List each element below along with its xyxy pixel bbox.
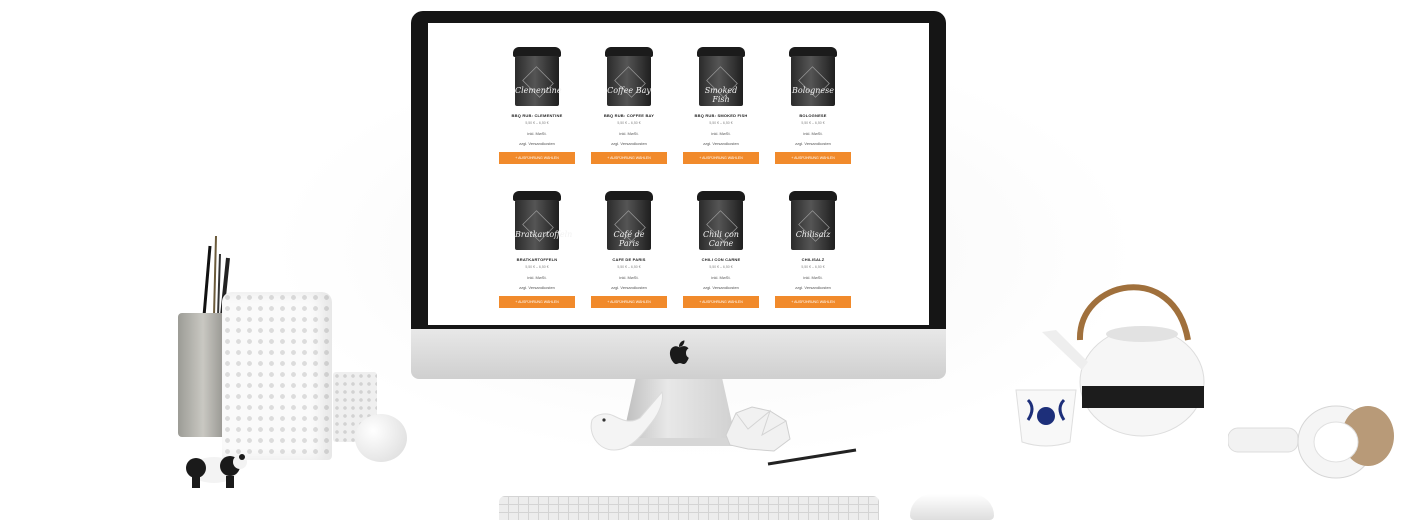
product-card: Smoked Fish BBQ RUB: SMOKED FISH 5,50 € …	[683, 37, 759, 167]
tax-note: inkl. MwSt.	[803, 131, 823, 136]
shipping-note: zzgl. Versandkosten	[611, 285, 647, 290]
glass-orb	[355, 414, 407, 462]
headphones	[1227, 392, 1398, 482]
tin-script-label: Coffee Bay	[607, 86, 651, 95]
apple-logo-icon	[668, 339, 690, 365]
product-price: 5,50 € – 6,50 €	[709, 265, 733, 269]
select-variant-button[interactable]: + AUSFÜHRUNG WÄHLEN	[591, 152, 667, 164]
product-price: 5,50 € – 6,50 €	[617, 121, 641, 125]
spice-tin-image[interactable]: Chili con Carne	[697, 191, 745, 251]
mouse	[910, 494, 994, 520]
shipping-note: zzgl. Versandkosten	[611, 141, 647, 146]
product-name[interactable]: CHILI CON CARNE	[683, 257, 759, 262]
tax-note: inkl. MwSt.	[803, 275, 823, 280]
shipping-note: zzgl. Versandkosten	[795, 285, 831, 290]
teacup	[1014, 386, 1078, 448]
tin-script-label: Bratkartoffeln	[515, 230, 573, 239]
tax-note: inkl. MwSt.	[711, 131, 731, 136]
tin-script-label: Chili con Carne	[703, 230, 739, 248]
concrete-pen-cup	[178, 313, 228, 437]
tin-script-label: Smoked Fish	[704, 86, 738, 104]
tax-note: inkl. MwSt.	[619, 131, 639, 136]
tin-script-label: Chilisalz	[795, 230, 831, 239]
product-name[interactable]: BBQ RUB: SMOKED FISH	[683, 113, 759, 118]
tax-note: inkl. MwSt.	[619, 275, 639, 280]
tin-script-label: Bolognese	[792, 86, 834, 95]
spice-tin-image[interactable]: Chilisalz	[789, 191, 837, 251]
product-price: 5,50 € – 6,50 €	[617, 265, 641, 269]
product-card: Bratkartoffeln BRATKARTOFFELN 5,50 € – 6…	[499, 181, 575, 311]
tax-note: inkl. MwSt.	[527, 275, 547, 280]
monitor-chin	[411, 329, 946, 379]
product-card: Chili con Carne CHILI CON CARNE 5,50 € –…	[683, 181, 759, 311]
shipping-note: zzgl. Versandkosten	[519, 141, 555, 146]
spice-tin-image[interactable]: Café de Paris	[605, 191, 653, 251]
spice-tin-image[interactable]: Smoked Fish	[697, 47, 745, 107]
product-name[interactable]: BBQ RUB: COFFEE BAY	[591, 113, 667, 118]
product-name[interactable]: BBQ RUB: CLEMENTINE	[499, 113, 575, 118]
product-price: 5,50 € – 6,50 €	[525, 265, 549, 269]
shipping-note: zzgl. Versandkosten	[795, 141, 831, 146]
perforated-lamp	[222, 292, 332, 460]
pencil	[766, 448, 858, 466]
select-variant-button[interactable]: + AUSFÜHRUNG WÄHLEN	[683, 152, 759, 164]
tin-script-label: Clementine	[515, 86, 562, 95]
product-card: Bolognese BOLOGNESE 5,50 € – 6,50 € inkl…	[775, 37, 851, 167]
spice-tin-image[interactable]: Clementine	[513, 47, 562, 107]
shipping-note: zzgl. Versandkosten	[703, 141, 739, 146]
product-card: Clementine BBQ RUB: CLEMENTINE 5,50 € – …	[499, 37, 575, 167]
spice-tin-image[interactable]: Bolognese	[789, 47, 837, 107]
product-card: Café de Paris CAFE DE PARIS 5,50 € – 6,5…	[591, 181, 667, 311]
product-name[interactable]: BRATKARTOFFELN	[499, 257, 575, 262]
select-variant-button[interactable]: + AUSFÜHRUNG WÄHLEN	[591, 296, 667, 308]
tax-note: inkl. MwSt.	[711, 275, 731, 280]
tin-script-label: Café de Paris	[613, 230, 645, 248]
product-name[interactable]: CHILISALZ	[775, 257, 851, 262]
keyboard	[499, 496, 879, 520]
select-variant-button[interactable]: + AUSFÜHRUNG WÄHLEN	[683, 296, 759, 308]
product-card: Coffee Bay BBQ RUB: COFFEE BAY 5,50 € – …	[591, 37, 667, 167]
spice-tin-image[interactable]: Bratkartoffeln	[513, 191, 573, 251]
imac-monitor: Clementine BBQ RUB: CLEMENTINE 5,50 € – …	[411, 11, 946, 379]
product-card: Chilisalz CHILISALZ 5,50 € – 6,50 € inkl…	[775, 181, 851, 311]
panda-figurine	[182, 448, 248, 488]
desk-scene: Clementine BBQ RUB: CLEMENTINE 5,50 € – …	[0, 0, 1408, 522]
shipping-note: zzgl. Versandkosten	[703, 285, 739, 290]
spice-tin-image[interactable]: Coffee Bay	[605, 47, 653, 107]
select-variant-button[interactable]: + AUSFÜHRUNG WÄHLEN	[499, 152, 575, 164]
product-name[interactable]: CAFE DE PARIS	[591, 257, 667, 262]
product-price: 5,50 € – 6,50 €	[709, 121, 733, 125]
product-grid: Clementine BBQ RUB: CLEMENTINE 5,50 € – …	[428, 23, 929, 325]
shipping-note: zzgl. Versandkosten	[519, 285, 555, 290]
select-variant-button[interactable]: + AUSFÜHRUNG WÄHLEN	[499, 296, 575, 308]
product-price: 5,50 € – 6,50 €	[801, 121, 825, 125]
tax-note: inkl. MwSt.	[527, 131, 547, 136]
select-variant-button[interactable]: + AUSFÜHRUNG WÄHLEN	[775, 152, 851, 164]
bird-figurine	[586, 390, 666, 458]
monitor-screen: Clementine BBQ RUB: CLEMENTINE 5,50 € – …	[428, 23, 929, 325]
monitor-bezel: Clementine BBQ RUB: CLEMENTINE 5,50 € – …	[411, 11, 946, 329]
crumpled-paper	[722, 405, 792, 453]
product-name[interactable]: BOLOGNESE	[775, 113, 851, 118]
select-variant-button[interactable]: + AUSFÜHRUNG WÄHLEN	[775, 296, 851, 308]
product-price: 5,50 € – 6,50 €	[525, 121, 549, 125]
product-price: 5,50 € – 6,50 €	[801, 265, 825, 269]
